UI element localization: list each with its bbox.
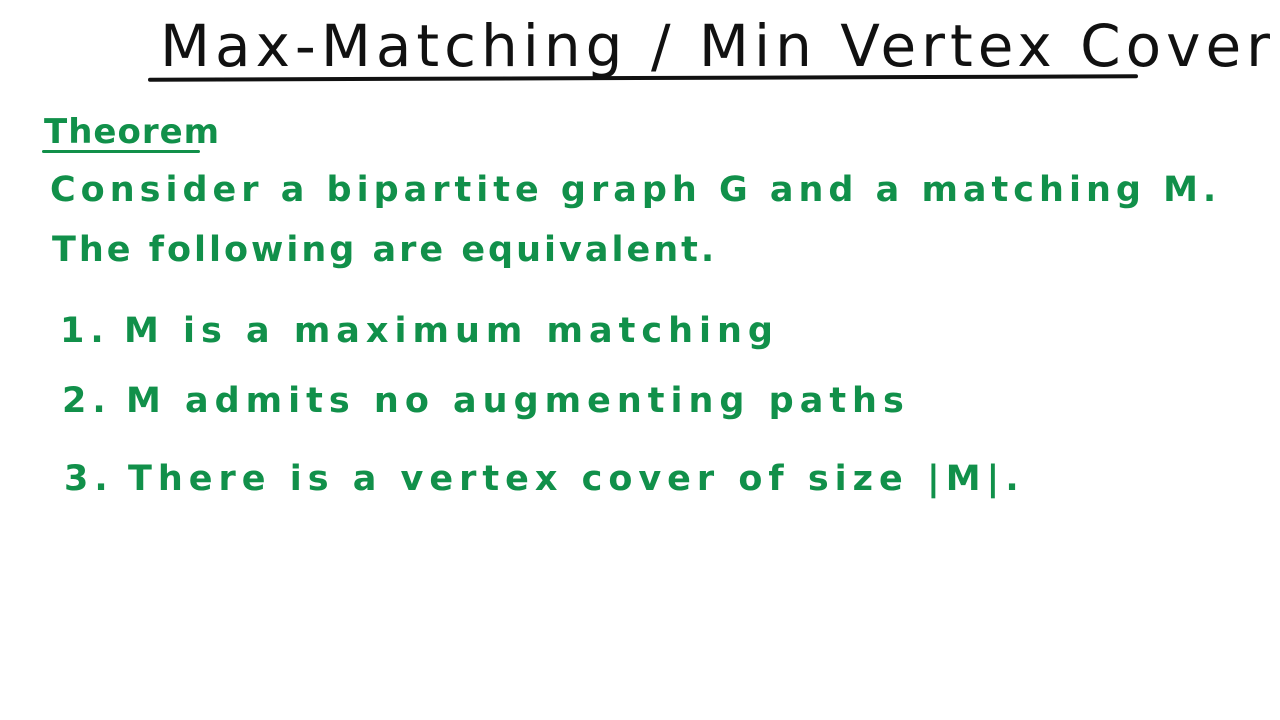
list-item-number: 1. bbox=[60, 311, 110, 351]
theorem-statement-line-2: The following are equivalent. bbox=[52, 230, 718, 270]
list-item-text: M is a maximum matching bbox=[124, 311, 779, 351]
theorem-heading-underline bbox=[42, 150, 200, 153]
list-item-text: There is a vertex cover of size |M|. bbox=[128, 459, 1025, 499]
whiteboard-canvas: Max-Matching / Min Vertex Cover Theorem … bbox=[0, 0, 1280, 720]
list-item-text: M admits no augmenting paths bbox=[126, 381, 910, 421]
list-item: 3. There is a vertex cover of size |M|. bbox=[64, 454, 1025, 504]
list-item-number: 2. bbox=[62, 381, 112, 421]
list-item-number: 3. bbox=[64, 459, 114, 499]
theorem-statement-line-1: Consider a bipartite graph G and a match… bbox=[50, 170, 1222, 210]
theorem-heading: Theorem bbox=[44, 112, 221, 152]
list-item: 1. M is a maximum matching bbox=[60, 306, 779, 356]
list-item: 2. M admits no augmenting paths bbox=[62, 376, 910, 426]
